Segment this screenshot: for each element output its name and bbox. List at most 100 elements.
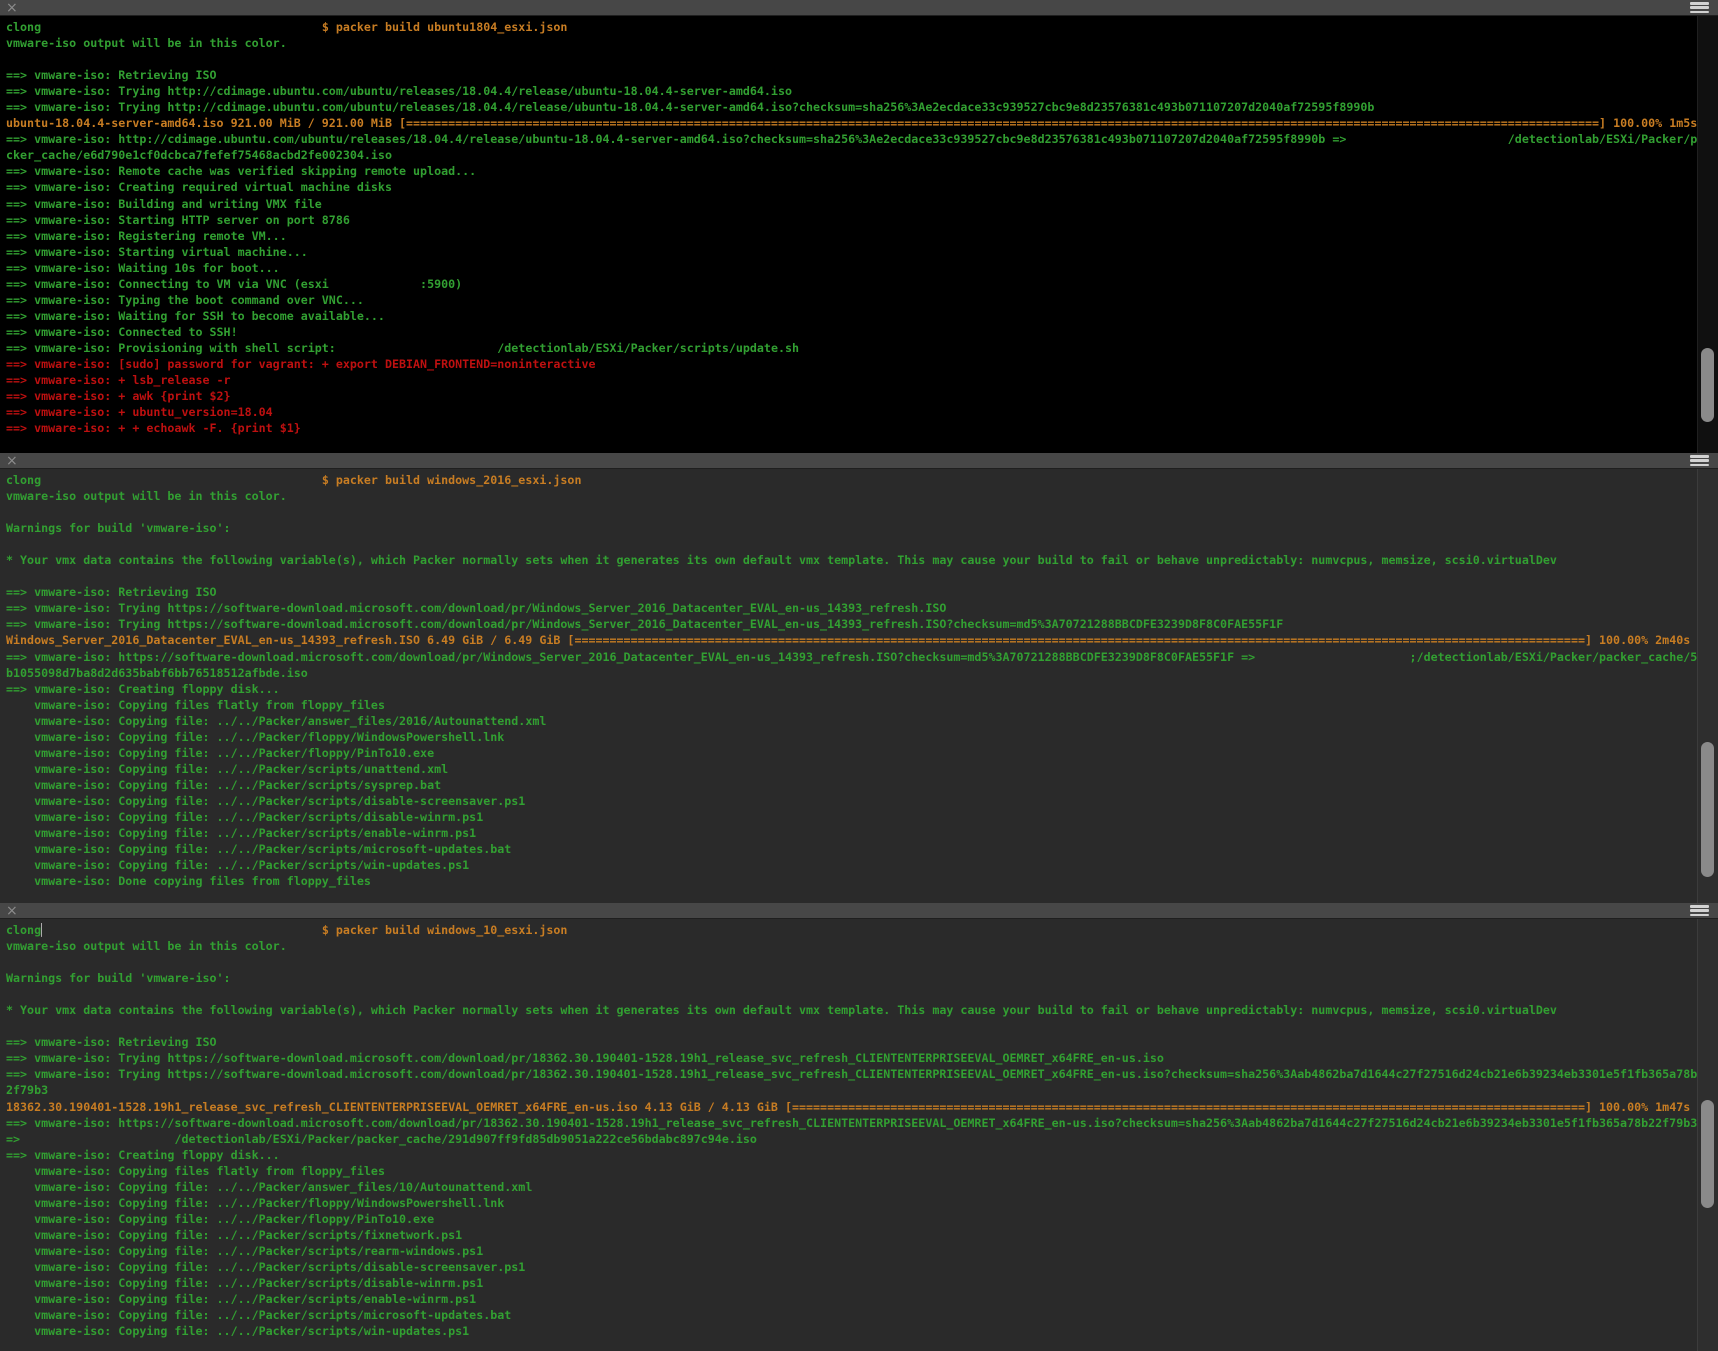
terminal-line: Warnings for build 'vmware-iso':	[6, 520, 1704, 536]
terminal-text: ==> vmware-iso: Waiting 10s for boot...	[6, 261, 280, 275]
terminal-text: ==> vmware-iso: Trying https://software-…	[6, 601, 946, 615]
terminal-text: =>	[6, 1132, 20, 1146]
scrollbar[interactable]	[1697, 469, 1718, 903]
terminal-line: vmware-iso: Copying file: ../../Packer/s…	[6, 761, 1704, 777]
terminal-text: vmware-iso: Copying file: ../../Packer/f…	[6, 1196, 504, 1210]
terminal-line: ==> vmware-iso: Waiting 10s for boot...	[6, 260, 1704, 276]
terminal-text: ] 100.00% 1m47s	[1585, 1100, 1690, 1114]
terminal-line: ==> vmware-iso: Trying https://software-…	[6, 1066, 1704, 1098]
terminal-line: ==> vmware-iso: Trying https://software-…	[6, 1050, 1704, 1066]
terminal-text: $ packer build ubuntu1804_esxi.json	[322, 20, 568, 34]
terminal-line: ==> vmware-iso: Trying http://cdimage.ub…	[6, 83, 1704, 99]
pane-titlebar[interactable]: ×	[0, 903, 1718, 919]
terminal-output[interactable]: clong▏ $ packer build windows_10_esxi.js…	[0, 919, 1718, 1351]
terminal-line: vmware-iso: Copying file: ../../Packer/f…	[6, 1211, 1704, 1227]
terminal-text: ==> vmware-iso: + awk {print $2}	[6, 389, 231, 403]
terminal-text	[20, 1132, 174, 1146]
terminal-line: ==> vmware-iso: + awk {print $2}	[6, 388, 1704, 404]
terminal-text	[1346, 132, 1507, 146]
menu-icon[interactable]	[1690, 905, 1709, 916]
terminal-line: vmware-iso: Copying file: ../../Packer/s…	[6, 1259, 1704, 1275]
terminal-text: vmware-iso: Copying file: ../../Packer/s…	[6, 842, 511, 856]
terminal-text: vmware-iso: Copying file: ../../Packer/s…	[6, 858, 469, 872]
scrollbar-thumb[interactable]	[1701, 742, 1714, 877]
terminal-line	[6, 986, 1704, 1002]
pane-titlebar[interactable]: ×	[0, 0, 1718, 16]
terminal-line: ==> vmware-iso: Connected to SSH!	[6, 324, 1704, 340]
terminal-text: ==> vmware-iso: Creating floppy disk...	[6, 682, 280, 696]
scrollbar[interactable]	[1697, 919, 1718, 1351]
terminal-line: ==> vmware-iso: Starting HTTP server on …	[6, 212, 1704, 228]
terminal-text: ==> vmware-iso: Provisioning with shell …	[6, 341, 336, 355]
terminal-text	[41, 473, 322, 487]
terminal-line: vmware-iso output will be in this color.	[6, 35, 1704, 51]
terminal-line: vmware-iso: Copying file: ../../Packer/a…	[6, 713, 1704, 729]
terminal-line: Warnings for build 'vmware-iso':	[6, 970, 1704, 986]
close-icon[interactable]: ×	[6, 455, 18, 467]
menu-icon[interactable]	[1690, 455, 1709, 466]
terminal-text: $ packer build windows_10_esxi.json	[322, 923, 568, 937]
terminal-line: 18362.30.190401-1528.19h1_release_svc_re…	[6, 1099, 1704, 1115]
terminal-line: ==> vmware-iso: Retrieving ISO	[6, 67, 1704, 83]
terminal-line: ==> vmware-iso: Starting virtual machine…	[6, 244, 1704, 260]
terminal-line: vmware-iso: Copying file: ../../Packer/s…	[6, 1275, 1704, 1291]
terminal-line: ==> vmware-iso: + ubuntu_version=18.04	[6, 404, 1704, 420]
terminal-text: ==> vmware-iso: Starting HTTP server on …	[6, 213, 350, 227]
terminal-text: ] 100.00% 1m5s	[1599, 116, 1697, 130]
terminal-text	[41, 20, 322, 34]
terminal-line: vmware-iso: Done copying files from flop…	[6, 873, 1704, 889]
terminal-line: ==> vmware-iso: Retrieving ISO	[6, 1034, 1704, 1050]
menu-icon[interactable]	[1690, 2, 1709, 13]
terminal-line: vmware-iso output will be in this color.	[6, 488, 1704, 504]
terminal-text: ==> vmware-iso: Remote cache was verifie…	[6, 164, 476, 178]
terminal-text	[1255, 650, 1409, 664]
scrollbar-thumb[interactable]	[1701, 1100, 1714, 1208]
terminal-text: ==> vmware-iso: Trying https://software-…	[6, 1051, 1164, 1065]
terminal-text: vmware-iso: Done copying files from flop…	[6, 874, 371, 888]
terminal-line: vmware-iso: Copying file: ../../Packer/s…	[6, 1323, 1704, 1339]
terminal-line: ==> vmware-iso: Trying https://software-…	[6, 616, 1704, 632]
terminal-pane-packer-build-ubuntu1804: × clong $ packer build ubuntu1804_esxi.js…	[0, 0, 1718, 453]
terminal-text: :5900)	[420, 277, 462, 291]
terminal-text: ==> vmware-iso: http://cdimage.ubuntu.co…	[6, 132, 1346, 146]
terminal-text: vmware-iso: Copying file: ../../Packer/s…	[6, 1228, 462, 1242]
terminal-output[interactable]: clong $ packer build ubuntu1804_esxi.jso…	[0, 16, 1718, 453]
terminal-line: vmware-iso: Copying file: ../../Packer/s…	[6, 1291, 1704, 1307]
terminal-text: ==> vmware-iso: Starting virtual machine…	[6, 245, 308, 259]
terminal-text: ========================================…	[406, 116, 1599, 130]
terminal-line: ==> vmware-iso: Typing the boot command …	[6, 292, 1704, 308]
terminal-text: ==> vmware-iso: Connected to SSH!	[6, 325, 238, 339]
terminal-pane-packer-build-windows-10: × clong▏ $ packer build windows_10_esxi.j…	[0, 903, 1718, 1351]
terminal-text: vmware-iso output will be in this color.	[6, 939, 287, 953]
terminal-line: vmware-iso: Copying file: ../../Packer/f…	[6, 729, 1704, 745]
terminal-line: ==> vmware-iso: Creating floppy disk...	[6, 681, 1704, 697]
terminal-text: vmware-iso: Copying file: ../../Packer/s…	[6, 1324, 469, 1338]
close-icon[interactable]: ×	[6, 2, 18, 14]
terminal-line: vmware-iso: Copying file: ../../Packer/s…	[6, 793, 1704, 809]
terminal-output[interactable]: clong $ packer build windows_2016_esxi.j…	[0, 469, 1718, 903]
terminal-line: Windows_Server_2016_Datacenter_EVAL_en-u…	[6, 632, 1704, 648]
terminal-line: clong $ packer build windows_2016_esxi.j…	[6, 472, 1704, 488]
terminal-line: vmware-iso: Copying file: ../../Packer/s…	[6, 1227, 1704, 1243]
terminal-line: ==> vmware-iso: + lsb_release -r	[6, 372, 1704, 388]
terminal-text: vmware-iso: Copying file: ../../Packer/s…	[6, 794, 525, 808]
terminal-text: ==> vmware-iso: https://software-downloa…	[6, 1116, 1697, 1130]
terminal-line: ==> vmware-iso: Creating floppy disk...	[6, 1147, 1704, 1163]
terminal-text: * Your vmx data contains the following v…	[6, 1003, 1557, 1017]
terminal-line	[6, 536, 1704, 552]
pane-titlebar[interactable]: ×	[0, 453, 1718, 469]
terminal-text: ==> vmware-iso: + ubuntu_version=18.04	[6, 405, 273, 419]
scrollbar[interactable]	[1697, 16, 1718, 453]
terminal-line: vmware-iso: Copying file: ../../Packer/f…	[6, 1195, 1704, 1211]
terminal-text: ] 100.00% 2m40s	[1585, 633, 1690, 647]
terminal-text: ==> vmware-iso: [sudo] password for vagr…	[6, 357, 595, 371]
terminal-line: clong $ packer build ubuntu1804_esxi.jso…	[6, 19, 1704, 35]
terminal-text: Warnings for build 'vmware-iso':	[6, 971, 231, 985]
scrollbar-thumb[interactable]	[1701, 348, 1714, 422]
terminal-line: vmware-iso: Copying file: ../../Packer/s…	[6, 825, 1704, 841]
terminal-text: ==> vmware-iso: Trying http://cdimage.ub…	[6, 84, 792, 98]
terminal-line	[6, 51, 1704, 67]
close-icon[interactable]: ×	[6, 905, 18, 917]
terminal-pane-packer-build-windows-2016: × clong $ packer build windows_2016_esxi.…	[0, 453, 1718, 903]
terminal-line: ==> vmware-iso: Building and writing VMX…	[6, 196, 1704, 212]
